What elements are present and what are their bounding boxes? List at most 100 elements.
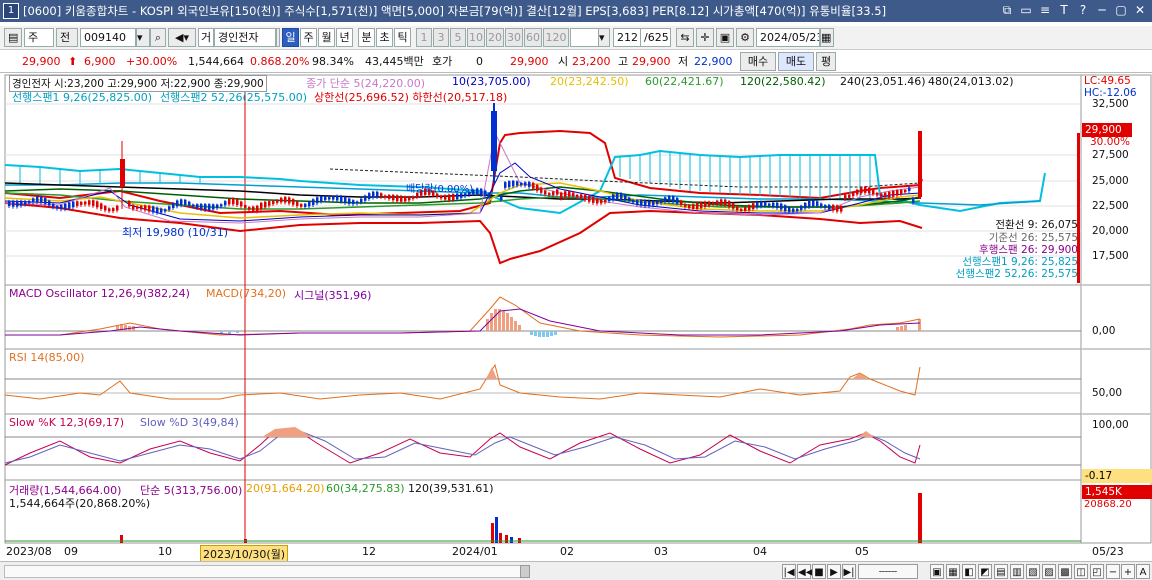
period-year[interactable]: 년 — [336, 28, 353, 47]
interval-dropdown-icon[interactable]: ▾ — [598, 28, 610, 47]
help-icon[interactable]: ? — [1075, 2, 1091, 18]
stock-code-input[interactable]: 009140 — [80, 28, 136, 47]
scroll-track[interactable] — [4, 565, 524, 578]
tool-icon-10[interactable]: ◫ — [1074, 564, 1088, 579]
scroll-last-icon[interactable]: ▶| — [842, 564, 856, 579]
candle-body — [112, 208, 115, 212]
candle-body — [152, 206, 155, 213]
candle-body — [676, 197, 679, 204]
period-week[interactable]: 주 — [300, 28, 317, 47]
scroll-first-icon[interactable]: |◀ — [782, 564, 796, 579]
candle-body — [880, 193, 883, 197]
scroll-prev-icon[interactable]: ◀◀ — [797, 564, 813, 579]
interval-30[interactable]: 30 — [505, 28, 523, 47]
candle-body — [396, 195, 399, 202]
zoom-slider[interactable]: ┄┄┄ — [858, 564, 918, 579]
candle-body — [184, 199, 187, 205]
search-icon[interactable]: ⌕ — [150, 28, 166, 47]
interval-3[interactable]: 3 — [433, 28, 449, 47]
candle-body — [644, 200, 647, 207]
interval-10[interactable]: 10 — [467, 28, 485, 47]
layout-icon[interactable]: ▭ — [1018, 2, 1034, 18]
candle-body — [612, 194, 615, 200]
tool-icon-4[interactable]: ◩ — [978, 564, 992, 579]
stoch-tag: -0.17 — [1082, 469, 1152, 483]
count-input[interactable]: 212 — [613, 28, 641, 47]
ma-20-label: 20(23,242.50) — [550, 75, 629, 88]
text-icon[interactable]: T — [1056, 2, 1072, 18]
volume-sub-label: 1,544,664주(20,868.20%) — [9, 497, 151, 510]
candle-body — [272, 201, 275, 205]
candle-body — [20, 200, 23, 206]
period-month[interactable]: 월 — [318, 28, 335, 47]
market-select[interactable]: 주 — [24, 28, 54, 47]
chart-area[interactable]: 경인전자 시:23,200 고:29,900 저:22,900 종:29,900… — [0, 73, 1152, 580]
chart-scrollbar[interactable]: |◀ ◀◀ ■ ▶ ▶| ┄┄┄ ▣ ▦ ◧ ◩ ▤ ▥ ▧ ▨ ▩ ◫ ◰ −… — [0, 561, 1152, 580]
period-minute[interactable]: 분 — [358, 28, 375, 47]
tool-icon-7[interactable]: ▧ — [1026, 564, 1040, 579]
save-icon[interactable]: ▣ — [716, 28, 734, 47]
count-total: /625 — [641, 28, 671, 47]
scroll-thumb[interactable] — [520, 565, 530, 578]
font-size-icon[interactable]: A — [1136, 564, 1150, 579]
interval-1[interactable]: 1 — [416, 28, 432, 47]
crosshair-icon[interactable]: ✛ — [696, 28, 714, 47]
candle-body — [288, 197, 291, 204]
candle-body — [780, 203, 783, 210]
scroll-next-icon[interactable]: ▶ — [827, 564, 841, 579]
scroll-icon[interactable]: ⇆ — [676, 28, 694, 47]
candle-body — [528, 181, 531, 187]
close-icon[interactable]: ✕ — [1132, 2, 1148, 18]
menu-icon[interactable]: ≡ — [1037, 2, 1053, 18]
tool-icon-5[interactable]: ▤ — [994, 564, 1008, 579]
ma-240-label: 240(23,051.46) — [840, 75, 926, 88]
tool-icon-2[interactable]: ▦ — [946, 564, 960, 579]
candle-body — [740, 208, 743, 211]
window-badge: 1 — [3, 3, 19, 19]
gear-icon[interactable]: ⚙ — [736, 28, 754, 47]
tool-icon-11[interactable]: ◰ — [1090, 564, 1104, 579]
candle-body — [232, 198, 235, 205]
prefix-button[interactable]: 전 — [56, 28, 78, 47]
avg-button[interactable]: 평 — [816, 52, 836, 71]
xlabel-02: 02 — [560, 545, 574, 558]
tool-icon-3[interactable]: ◧ — [962, 564, 976, 579]
interval-20[interactable]: 20 — [486, 28, 504, 47]
candle-body — [404, 196, 407, 202]
interval-120[interactable]: 120 — [543, 28, 569, 47]
candle-body — [332, 196, 335, 200]
sound-icon[interactable]: ◀▾ — [168, 28, 196, 47]
candle-body — [380, 193, 383, 197]
candle-body — [56, 206, 59, 209]
stop-icon[interactable]: ■ — [812, 564, 826, 579]
period-tick[interactable]: 틱 — [394, 28, 411, 47]
quote-bar: 29,900 ⬆ 6,900 +30.00% 1,544,664 0.868.2… — [0, 50, 1152, 73]
interval-5[interactable]: 5 — [450, 28, 466, 47]
tool-icon-9[interactable]: ▩ — [1058, 564, 1072, 579]
period-day[interactable]: 일 — [282, 28, 299, 47]
sell-button[interactable]: 매도 — [778, 52, 814, 71]
tool-icon-1[interactable]: ▣ — [930, 564, 944, 579]
date-input[interactable]: 2024/05/23 — [756, 28, 820, 47]
price-change: 6,900 — [84, 55, 116, 68]
calendar-icon[interactable]: ▦ — [820, 28, 834, 47]
tool-icon-6[interactable]: ▥ — [1010, 564, 1024, 579]
stoch-k-label: Slow %K 12,3(69,17) — [9, 416, 124, 429]
zoom-in-icon[interactable]: + — [1121, 564, 1135, 579]
buy-button[interactable]: 매수 — [740, 52, 776, 71]
candle-body — [156, 207, 159, 213]
minimize-icon[interactable]: ─ — [1094, 2, 1110, 18]
maximize-icon[interactable]: ▢ — [1113, 2, 1129, 18]
period-second[interactable]: 초 — [376, 28, 393, 47]
candle-body — [244, 204, 247, 209]
code-dropdown-icon[interactable]: ▾ — [136, 28, 150, 47]
restore-icon[interactable]: ⧉ — [999, 2, 1015, 18]
candle-body — [820, 203, 823, 207]
candle-body — [340, 195, 343, 202]
interval-60[interactable]: 60 — [524, 28, 542, 47]
tool-icon-8[interactable]: ▨ — [1042, 564, 1056, 579]
zoom-out-icon[interactable]: − — [1106, 564, 1120, 579]
macd-signal-label: 시그널(351,96) — [294, 289, 372, 302]
candle-body — [656, 201, 659, 205]
chart-settings-icon[interactable]: ▤ — [4, 28, 22, 47]
